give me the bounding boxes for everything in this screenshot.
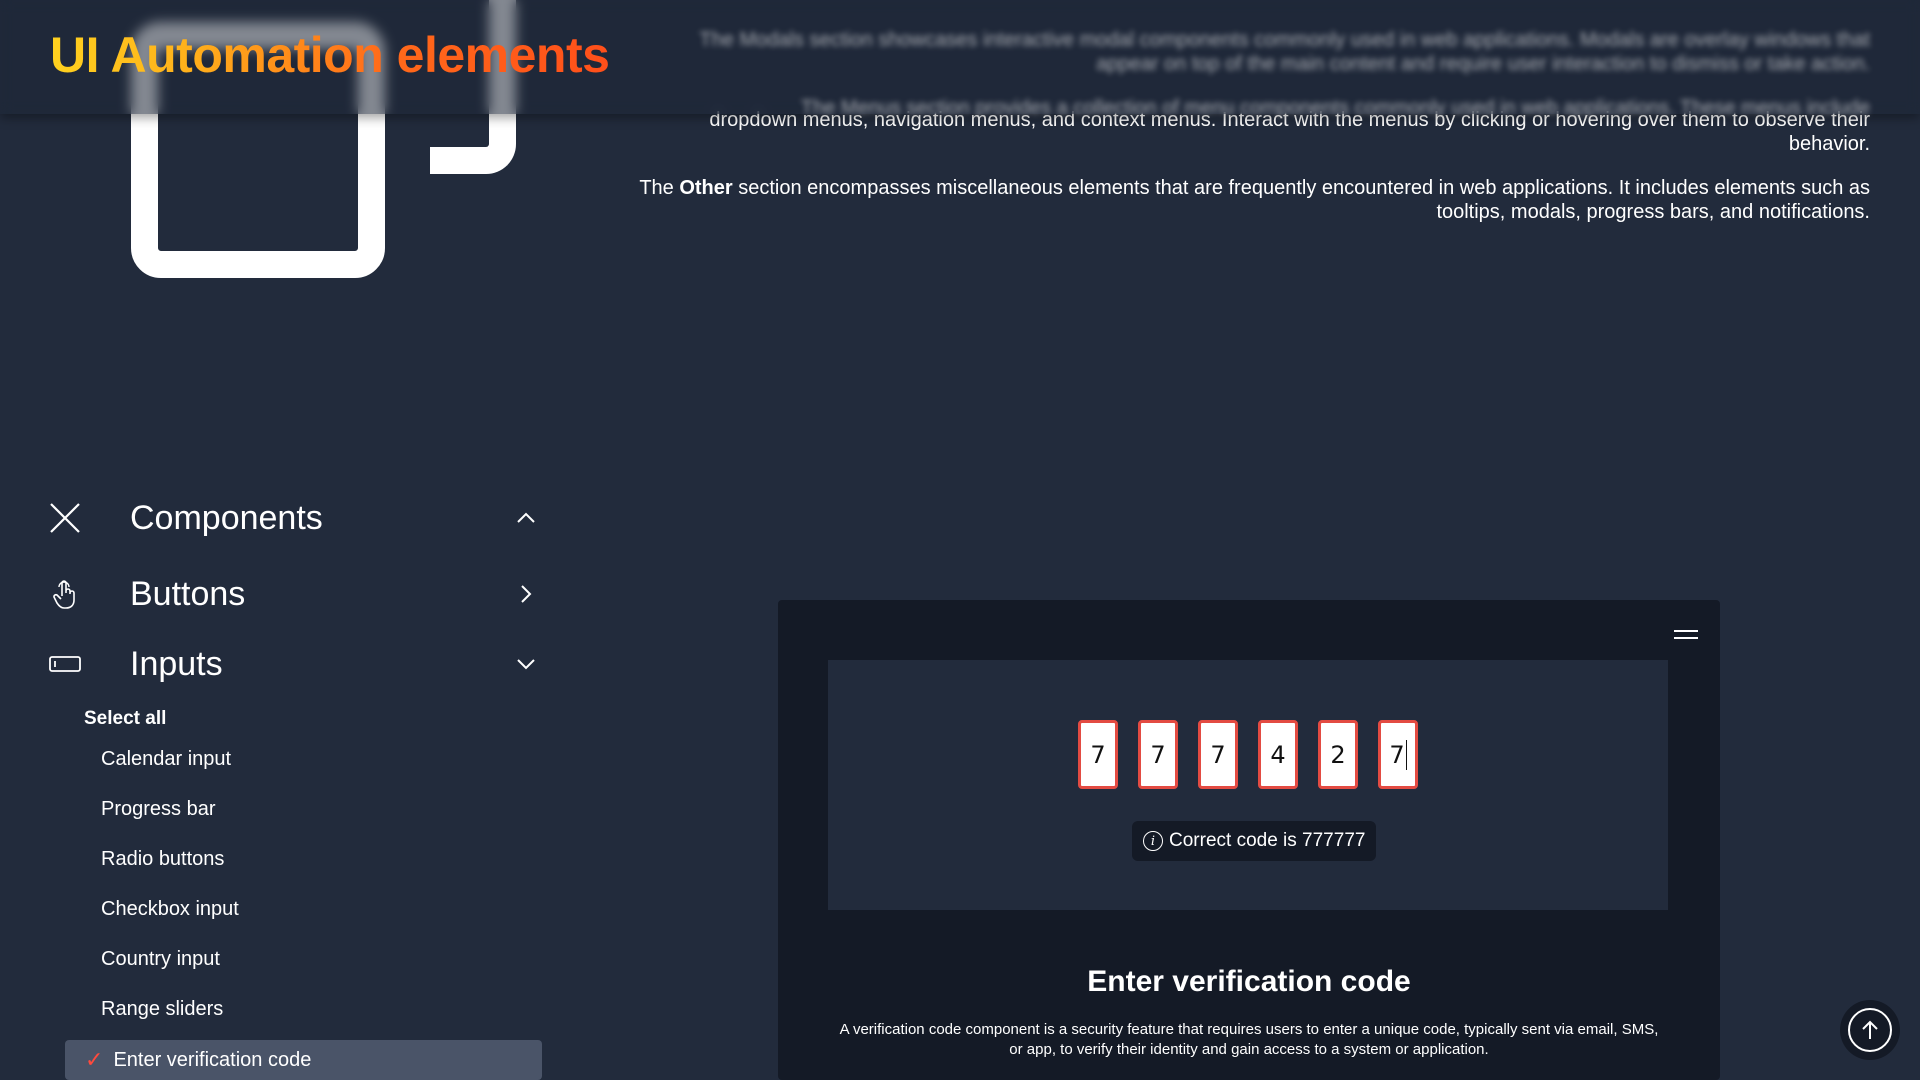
select-all-link[interactable]: Select all	[84, 708, 166, 730]
sidebar-item-calendar-input[interactable]: Calendar input	[101, 748, 231, 771]
modals-paragraph: The Modals section showcases interactive…	[699, 29, 1870, 75]
sidebar-buttons-label: Buttons	[130, 574, 246, 613]
code-input-group: 7 7 7 4 2 7	[1078, 720, 1418, 789]
code-digit-6-value: 7	[1389, 740, 1405, 769]
sidebar-item-label: Enter verification code	[113, 1048, 312, 1071]
sidebar-item-inputs[interactable]: Inputs	[48, 638, 538, 690]
header-bar: UI Automation elements The Modals sectio…	[0, 0, 1920, 119]
other-paragraph: The Other section encompasses miscellane…	[630, 176, 1870, 224]
scroll-to-top-button[interactable]	[1840, 1000, 1900, 1060]
sidebar-components[interactable]: Components	[48, 492, 538, 544]
sidebar-item-progress-bar[interactable]: Progress bar	[101, 798, 216, 821]
sidebar-item-enter-verification-code[interactable]: ✓ Enter verification code	[65, 1040, 542, 1080]
card-description: A verification code component is a secur…	[839, 1021, 1659, 1058]
chevron-up-icon	[517, 512, 535, 523]
verification-card: 7 7 7 4 2 7 i Correct code is 777777 Ent…	[778, 600, 1720, 1080]
sidebar-components-label: Components	[130, 498, 323, 537]
arrow-up-icon	[1848, 1008, 1892, 1052]
hint-text: Correct code is 777777	[1169, 830, 1366, 851]
code-digit-4[interactable]: 4	[1258, 720, 1298, 789]
hint-badge: i Correct code is 777777	[1132, 821, 1377, 861]
code-digit-6[interactable]: 7	[1378, 720, 1418, 789]
other-bold: Other	[679, 177, 733, 199]
sidebar-item-buttons[interactable]: Buttons	[48, 568, 538, 620]
sidebar-item-checkbox-input[interactable]: Checkbox input	[101, 898, 239, 921]
card-title: Enter verification code	[1087, 965, 1411, 998]
other-prefix: The	[639, 177, 674, 199]
sidebar-item-range-sliders[interactable]: Range sliders	[101, 998, 223, 1021]
input-field-icon	[48, 647, 82, 681]
checkmark-icon: ✓	[85, 1047, 104, 1072]
header-blurred-text: The Modals section showcases interactive…	[690, 28, 1870, 140]
code-digit-1[interactable]: 7	[1078, 720, 1118, 789]
sidebar-item-radio-buttons[interactable]: Radio buttons	[101, 848, 224, 871]
code-digit-2[interactable]: 7	[1138, 720, 1178, 789]
demo-area: 7 7 7 4 2 7 i Correct code is 777777	[828, 660, 1668, 910]
other-rest: section encompasses miscellaneous elemen…	[738, 177, 1870, 223]
sidebar-inputs-label: Inputs	[130, 644, 223, 683]
code-digit-3[interactable]: 7	[1198, 720, 1238, 789]
close-icon[interactable]	[48, 501, 82, 535]
site-title[interactable]: UI Automation elements	[50, 26, 610, 84]
sidebar-item-country-input[interactable]: Country input	[101, 948, 220, 971]
menus-paragraph-head: The Menus section provides a collection …	[800, 97, 1870, 119]
chevron-right-icon	[521, 585, 532, 603]
chevron-down-icon	[517, 659, 535, 670]
menu-icon[interactable]	[1674, 630, 1698, 642]
info-icon: i	[1143, 831, 1163, 851]
code-digit-5[interactable]: 2	[1318, 720, 1358, 789]
pointer-hand-icon	[48, 577, 82, 611]
